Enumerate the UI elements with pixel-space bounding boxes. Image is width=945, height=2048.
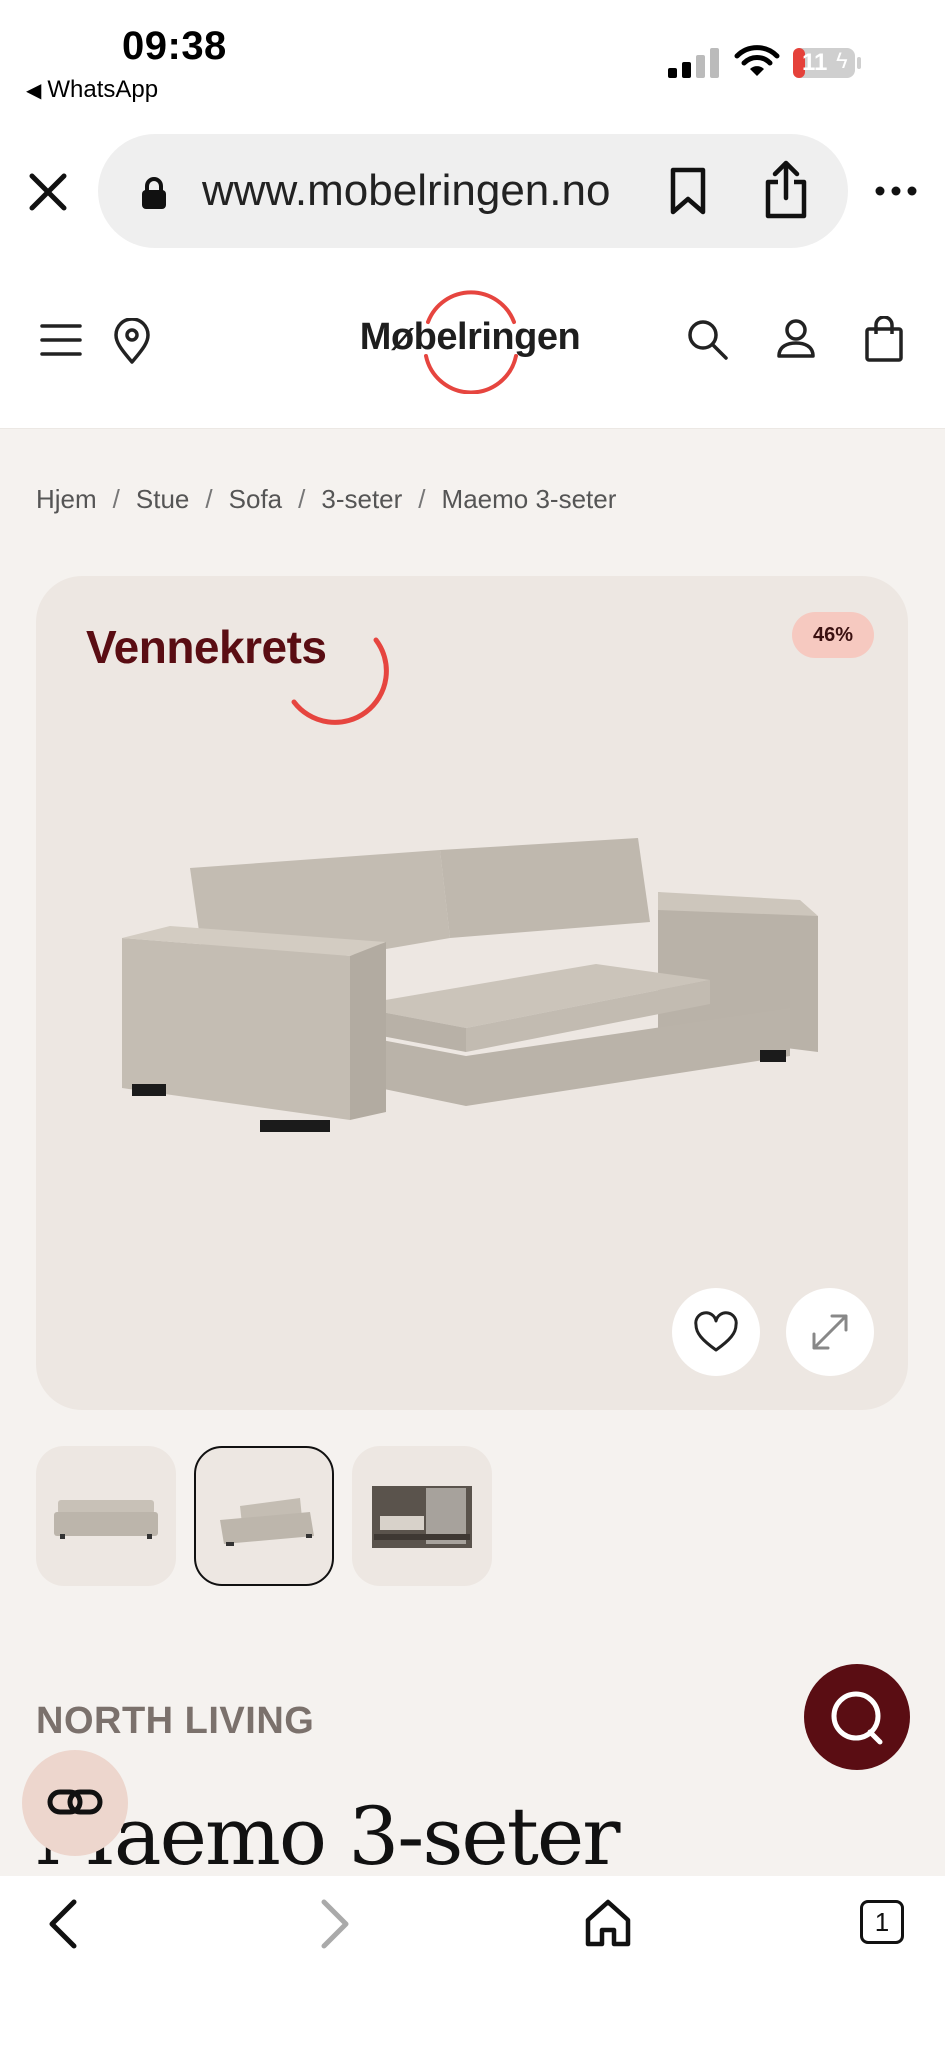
thumbnail-sofa-in-room[interactable] [352,1446,492,1586]
expand-image-button[interactable] [786,1288,874,1376]
thumbnail-image [54,1500,158,1539]
link-button[interactable] [22,1750,128,1856]
search-icon[interactable] [686,318,728,360]
wifi-icon [734,45,780,76]
breadcrumb-sofa[interactable]: Sofa [229,484,283,514]
favorite-button[interactable] [672,1288,760,1376]
browser-bottom-bar [0,1876,945,2048]
back-icon[interactable] [44,1898,80,1950]
site-logo[interactable]: Møbelringen [350,316,590,359]
breadcrumb-3-seter[interactable]: 3-seter [321,484,402,514]
back-to-app-link[interactable]: ◀ WhatsApp [26,76,158,104]
url-text[interactable]: www.mobelringen.no [202,166,610,216]
thumbnail-image [220,1498,314,1546]
campaign-arc-icon [291,637,389,725]
breadcrumb-separator: / [418,484,426,514]
expand-icon [812,1314,848,1350]
breadcrumb-separator: / [298,484,306,514]
discount-badge: 46% [792,612,874,658]
product-brand[interactable]: NORTH LIVING [36,1700,314,1743]
breadcrumb-separator: / [205,484,213,514]
chat-bubble-icon [831,1691,883,1745]
breadcrumb-separator: / [112,484,120,514]
tabs-button[interactable]: 1 [860,1900,904,1944]
location-pin-icon[interactable] [112,318,152,364]
share-icon[interactable] [762,160,810,220]
breadcrumb: Hjem / Stue / Sofa / 3-seter / Maemo 3-seter [36,484,616,515]
heart-icon [694,1311,738,1352]
sofa-product-image[interactable] [110,820,834,1150]
battery-indicator: 11 ϟ [792,46,862,80]
chat-button[interactable] [804,1664,910,1770]
lock-icon [142,177,166,209]
forward-icon[interactable] [318,1898,354,1950]
close-icon[interactable] [26,170,70,214]
cellular-signal-icon [668,48,719,78]
thumbnail-sofa-angle[interactable] [194,1446,334,1586]
back-triangle-icon: ◀ [26,80,42,102]
more-icon[interactable] [874,178,918,204]
back-app-label: WhatsApp [47,76,159,103]
battery-level: 11 [802,49,828,76]
breadcrumb-current: Maemo 3-seter [441,484,617,514]
thumbnail-image [372,1486,472,1548]
charging-bolt-icon: ϟ [836,48,848,73]
shopping-bag-icon[interactable] [864,316,904,362]
menu-icon[interactable] [40,322,82,358]
home-icon[interactable] [584,1898,632,1948]
user-icon[interactable] [776,318,816,360]
thumbnail-sofa-front[interactable] [36,1446,176,1586]
status-time: 09:38 [122,24,227,68]
link-icon [47,1789,103,1815]
bookmark-icon[interactable] [668,166,708,216]
breadcrumb-home[interactable]: Hjem [36,484,97,514]
breadcrumb-stue[interactable]: Stue [136,484,190,514]
